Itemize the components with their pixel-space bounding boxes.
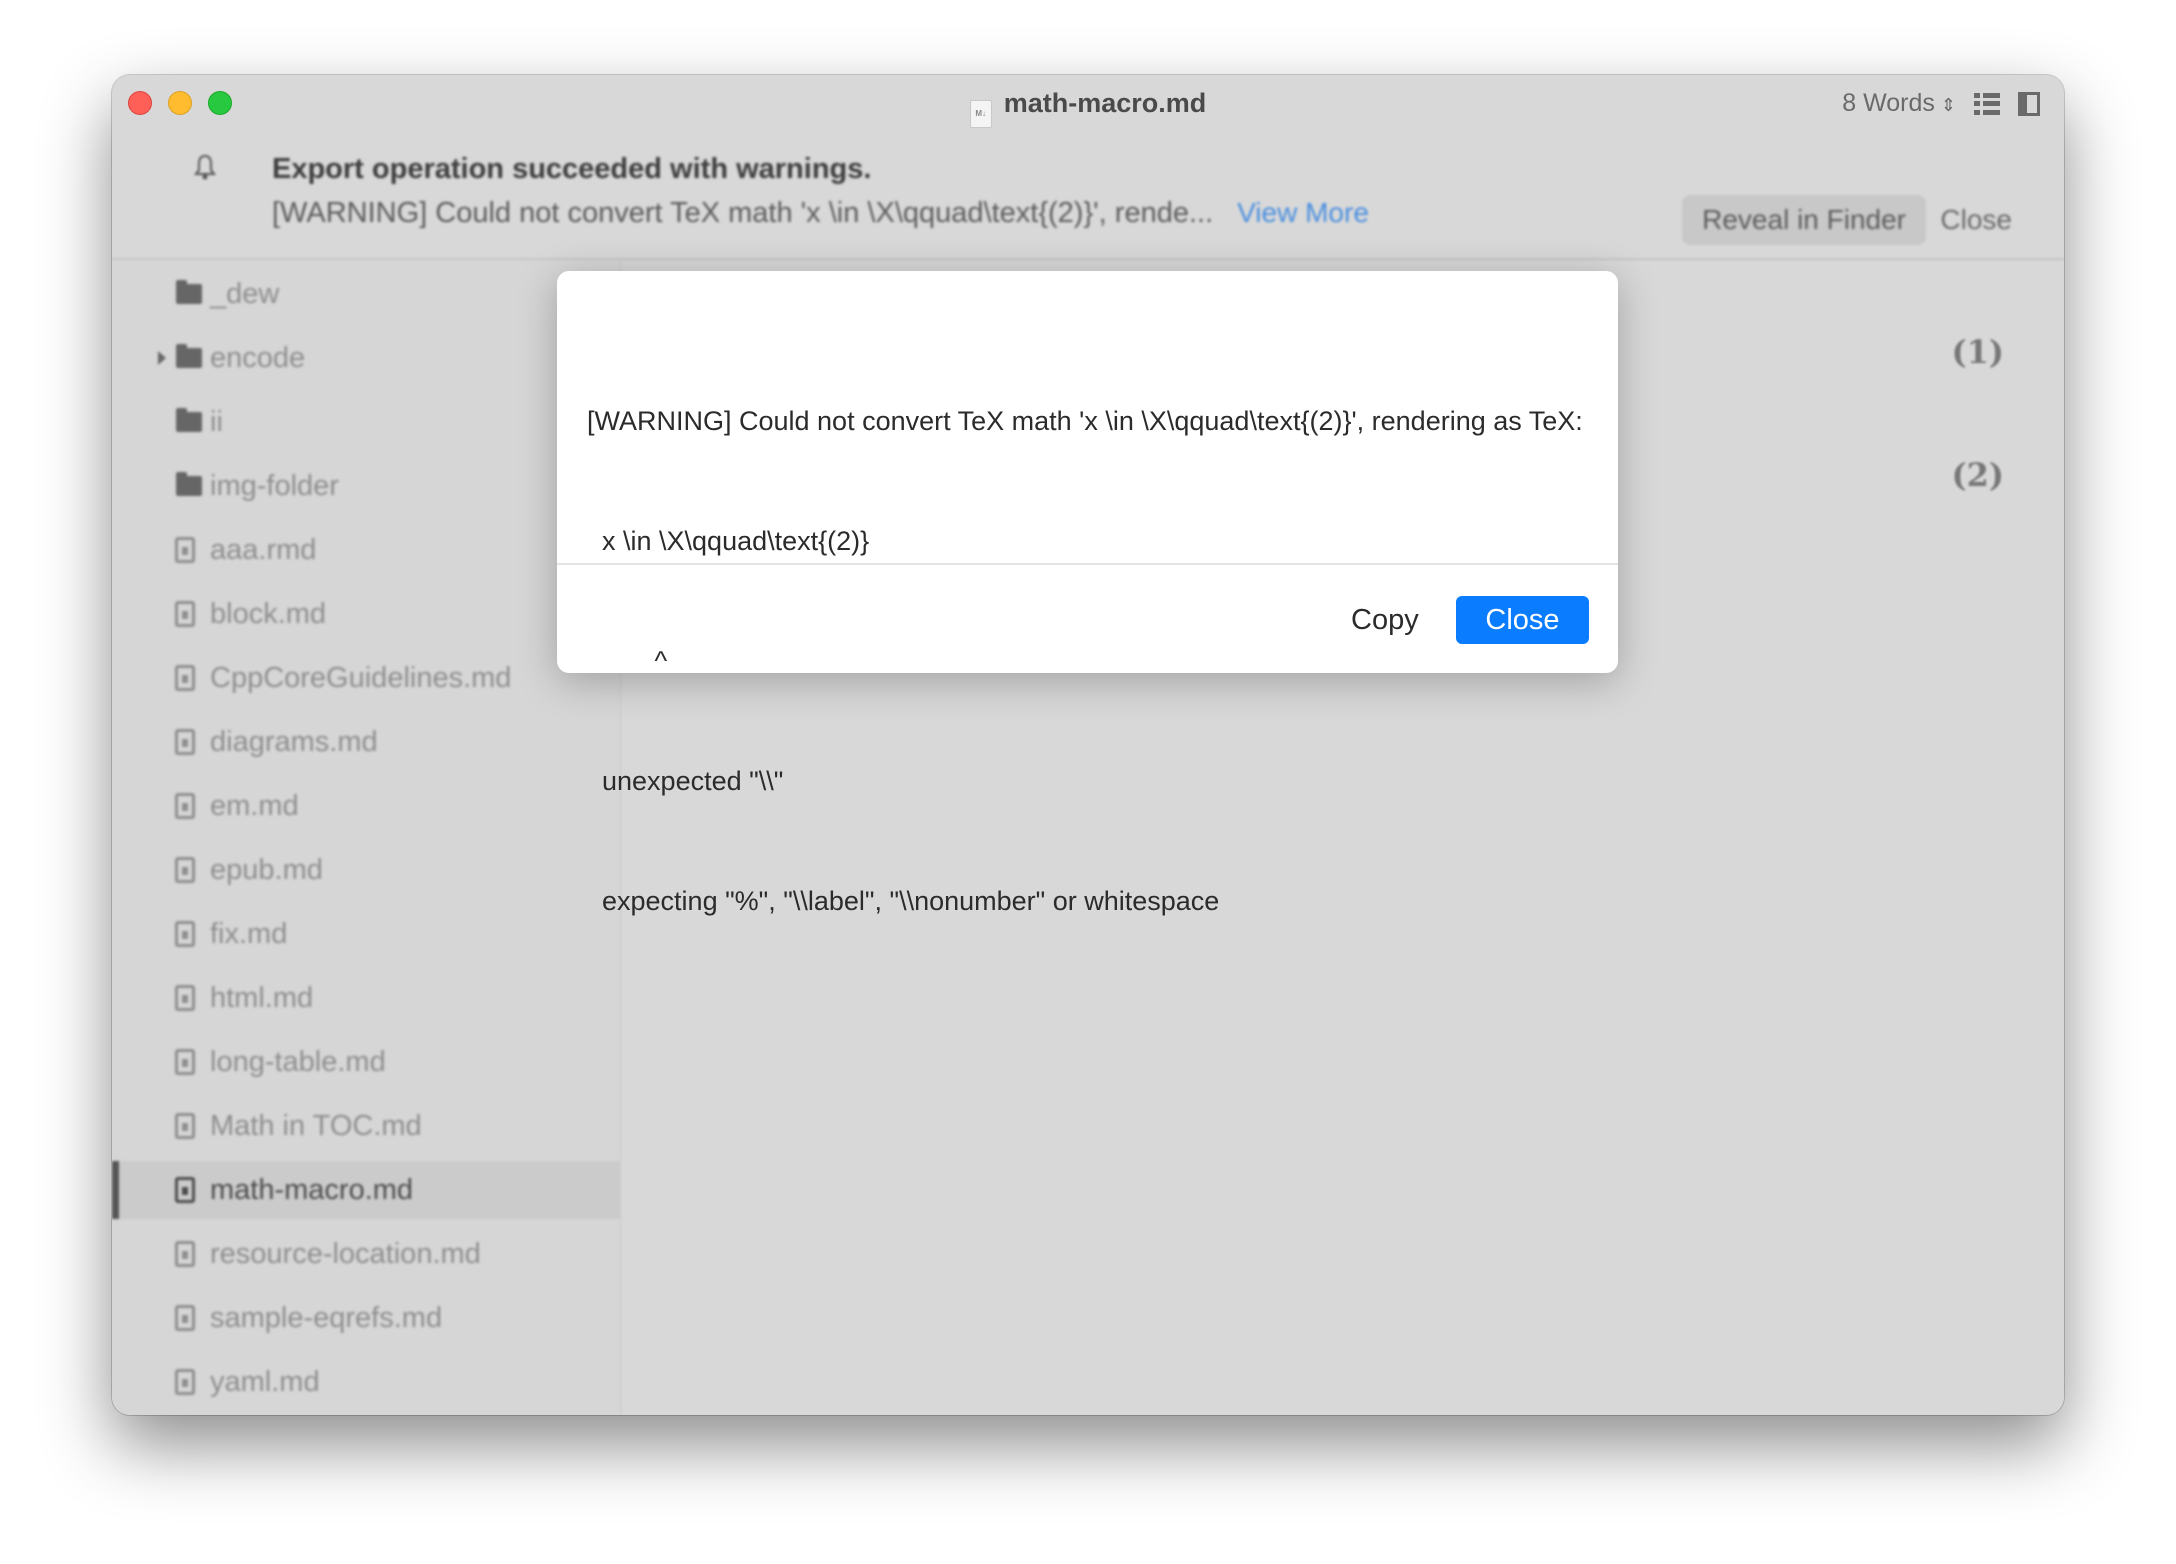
sidebar-item-label: ii	[210, 405, 223, 438]
sidebar-item[interactable]: yaml.md	[112, 1353, 620, 1411]
folder-icon	[176, 280, 202, 304]
sidebar-item[interactable]: fix.md	[112, 905, 620, 963]
sidebar-item-label: long-table.md	[210, 1045, 386, 1078]
sidebar-item[interactable]: epub.md	[112, 841, 620, 899]
disclosure-triangle-icon[interactable]	[158, 351, 166, 365]
dialog-message: [WARNING] Could not convert TeX math 'x …	[587, 321, 1598, 1001]
sidebar-item[interactable]: sample-eqrefs.md	[112, 1289, 620, 1347]
file-icon	[175, 1369, 195, 1395]
file-icon	[175, 601, 195, 627]
file-icon	[175, 1305, 195, 1331]
file-tree-sidebar: _dewencode ii img-folder aaa.rmd block.md Cpp…	[112, 261, 622, 1415]
sidebar-item-label: diagrams.md	[210, 725, 378, 758]
updown-chevron-icon: ⇕	[1940, 95, 1956, 115]
folder-icon	[176, 408, 202, 432]
notification-title: Export operation succeeded with warnings…	[272, 153, 872, 185]
sidebar-item[interactable]: math-macro.md	[112, 1161, 620, 1219]
file-icon	[175, 537, 195, 563]
sidebar-item[interactable]: block.md	[112, 585, 620, 643]
sidebar-item-label: _dew	[210, 277, 280, 310]
sidebar-item-label: em.md	[210, 789, 299, 822]
app-window: M↓ math-macro.md 8 Words ⇕ Export operatio…	[112, 75, 2064, 1415]
file-icon	[175, 1049, 195, 1075]
word-count-label: 8 Words	[1842, 89, 1935, 117]
sidebar-item-label: block.md	[210, 597, 327, 630]
file-icon	[175, 793, 195, 819]
sidebar-item[interactable]: html.md	[112, 969, 620, 1027]
notification-message-text: [WARNING] Could not convert TeX math 'x …	[272, 197, 1214, 229]
sidebar-item-label: resource-location.md	[210, 1237, 481, 1270]
word-count-selector[interactable]: 8 Words ⇕	[1842, 89, 1956, 118]
notification-close-button[interactable]: Close	[1940, 195, 2012, 245]
sidebar-item-label: encode	[210, 341, 306, 374]
folder-icon	[176, 472, 202, 496]
sidebar-item[interactable]: encode	[112, 329, 620, 387]
title-bar-controls: 8 Words ⇕	[1842, 89, 2040, 118]
file-icon	[175, 857, 195, 883]
export-notification-bar: Export operation succeeded with warnings…	[112, 131, 2064, 261]
outline-toggle-icon[interactable]	[1974, 92, 2000, 115]
bell-icon	[194, 154, 216, 180]
sidebar-item[interactable]: img-folder	[112, 457, 620, 515]
file-icon	[175, 1241, 195, 1267]
sidebar-item[interactable]: CppCoreGuidelines.md	[112, 649, 620, 707]
file-icon	[175, 729, 195, 755]
warning-dialog: [WARNING] Could not convert TeX math 'x …	[557, 271, 1618, 916]
sidebar-item-label: fix.md	[210, 917, 288, 950]
dialog-close-button[interactable]: Close	[1456, 596, 1589, 644]
sidebar-item-label: yaml.md	[210, 1365, 320, 1398]
dialog-line: ^	[587, 646, 668, 676]
folder-icon	[176, 344, 202, 368]
sidebar-item[interactable]: diagrams.md	[112, 713, 620, 771]
notification-message: [WARNING] Could not convert TeX math 'x …	[272, 197, 1369, 230]
sidebar-item-label: sample-eqrefs.md	[210, 1301, 443, 1334]
sidebar-item-label: math-macro.md	[210, 1173, 414, 1206]
sidebar-item[interactable]: Math in TOC.md	[112, 1097, 620, 1155]
file-icon	[175, 921, 195, 947]
markdown-file-icon: M↓	[969, 100, 992, 128]
sidebar-item[interactable]: ii	[112, 393, 620, 451]
dialog-divider	[557, 563, 1618, 565]
equation-number: (2)	[1951, 456, 2004, 494]
file-icon	[175, 1113, 195, 1139]
sidebar-item[interactable]: resource-location.md	[112, 1225, 620, 1283]
file-icon	[175, 985, 195, 1011]
title-bar: M↓ math-macro.md 8 Words ⇕	[112, 75, 2064, 131]
sidebar-item-label: epub.md	[210, 853, 323, 886]
sidebar-item-label: aaa.rmd	[210, 533, 317, 566]
dialog-line: expecting "%", "\\label", "\\nonumber" o…	[587, 886, 1220, 916]
file-icon	[175, 665, 195, 691]
sidebar-item[interactable]: long-table.md	[112, 1033, 620, 1091]
dialog-line: x \in \X\qquad\text{(2)}	[587, 526, 870, 556]
view-more-link[interactable]: View More	[1237, 197, 1369, 228]
sidebar-item-label: Math in TOC.md	[210, 1109, 422, 1142]
window-title: M↓ math-macro.md	[112, 88, 2064, 128]
reveal-in-finder-button[interactable]: Reveal in Finder	[1682, 195, 1926, 245]
equation-number: (1)	[1951, 333, 2004, 371]
file-icon	[175, 1177, 195, 1203]
sidebar-item-label: html.md	[210, 981, 314, 1014]
sidebar-item[interactable]: aaa.rmd	[112, 521, 620, 579]
sidebar-toggle-icon[interactable]	[2018, 91, 2040, 116]
dialog-line: unexpected "\\"	[587, 766, 784, 796]
sidebar-item[interactable]: _dew	[112, 265, 620, 323]
sidebar-item[interactable]: em.md	[112, 777, 620, 835]
window-title-text: math-macro.md	[1003, 88, 1207, 118]
sidebar-item-label: CppCoreGuidelines.md	[210, 661, 512, 694]
dialog-line: [WARNING] Could not convert TeX math 'x …	[587, 406, 1583, 436]
copy-button[interactable]: Copy	[1337, 596, 1433, 644]
sidebar-item-label: img-folder	[210, 469, 339, 502]
